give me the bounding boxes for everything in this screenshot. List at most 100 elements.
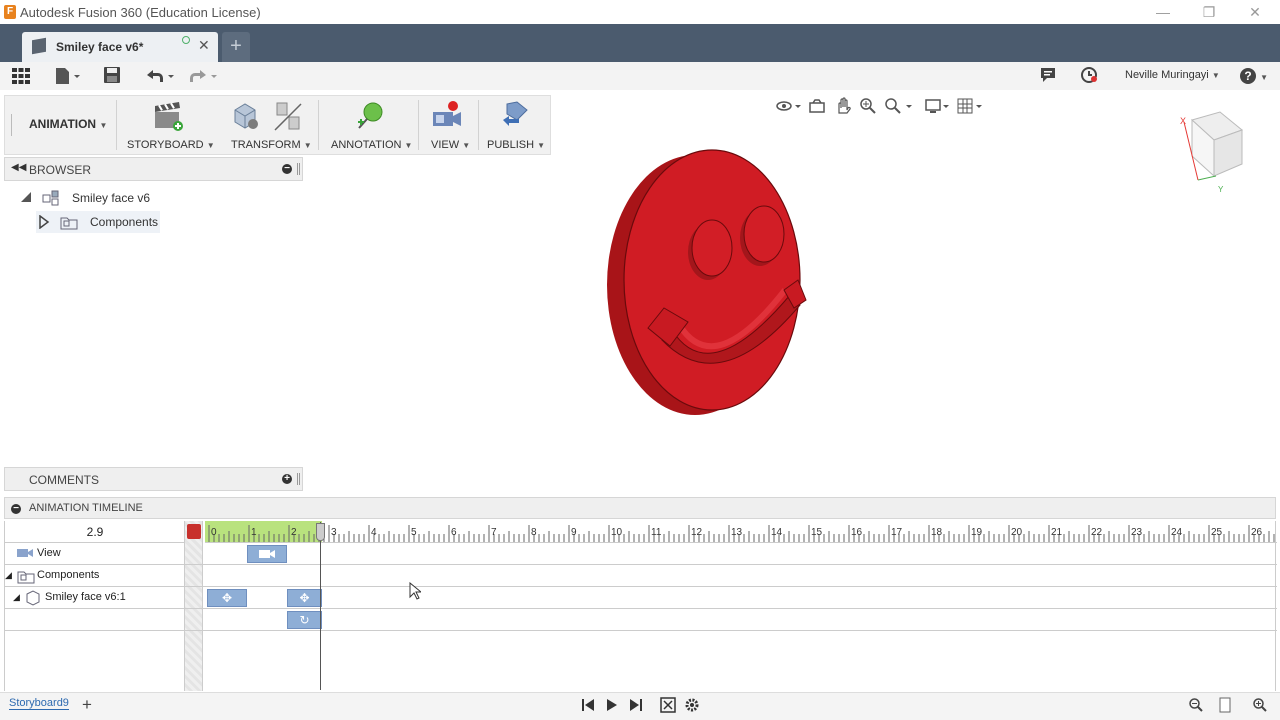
playhead-handle[interactable] xyxy=(316,523,325,541)
document-tab-title: Smiley face v6* xyxy=(56,40,144,54)
rotate-clip[interactable]: ↻ xyxy=(287,611,322,629)
ruler-tick-label: 20 xyxy=(1011,527,1023,538)
storyboard-menu[interactable]: STORYBOARD ▼ xyxy=(127,139,215,151)
expand-triangle-icon[interactable]: ◢ xyxy=(5,570,12,581)
save-icon[interactable] xyxy=(103,66,121,86)
transform-label: TRANSFORM xyxy=(231,139,301,151)
panel-grip[interactable] xyxy=(297,473,300,485)
current-time-readout[interactable]: 2.9 xyxy=(5,521,185,543)
document-tab[interactable]: Smiley face v6* ✕ xyxy=(22,32,218,62)
view-menu[interactable]: VIEW ▼ xyxy=(431,139,470,151)
move-clip-1[interactable]: ✥ xyxy=(207,589,247,607)
browser-components-item[interactable]: Components xyxy=(36,211,160,233)
play-icon[interactable] xyxy=(604,697,620,716)
zoom-in-icon[interactable] xyxy=(1252,697,1268,716)
annotation-group[interactable]: ANNOTATION ▼ xyxy=(323,96,417,154)
mouse-cursor-icon xyxy=(409,581,423,603)
pan-hand-icon[interactable] xyxy=(834,97,852,118)
add-storyboard-button[interactable]: + xyxy=(82,695,92,715)
expand-arrow-icon[interactable] xyxy=(38,214,50,232)
storyboard-tab[interactable]: Storyboard9 xyxy=(9,697,69,710)
publish-menu[interactable]: PUBLISH ▼ xyxy=(487,139,545,151)
file-menu-icon[interactable] xyxy=(53,66,81,86)
ruler-tick-label: 13 xyxy=(731,527,743,538)
track-row-smiley-face[interactable]: ◢ Smiley face v6:1 xyxy=(5,587,1277,609)
browser-root-label: Smiley face v6 xyxy=(72,191,151,205)
collapse-timeline-icon[interactable]: − xyxy=(11,504,21,514)
new-tab-button[interactable]: + xyxy=(222,32,250,62)
skip-to-start-icon[interactable] xyxy=(580,697,596,716)
display-settings-icon[interactable] xyxy=(924,97,952,118)
restore-button[interactable]: ❐ xyxy=(1186,0,1232,24)
timeline-start-marker[interactable] xyxy=(187,524,201,539)
user-menu[interactable]: Neville Muringayi ▼ xyxy=(1125,69,1220,81)
workspace-switcher[interactable]: ANIMATION ▼ xyxy=(29,117,107,131)
toolbar-divider xyxy=(318,100,319,150)
ribbon-toolbar: ANIMATION ▼ STORYBOARD ▼ TRANSFORM ▼ ANN… xyxy=(4,95,551,155)
close-tab-button[interactable]: ✕ xyxy=(198,37,210,54)
explode-lines-icon xyxy=(271,100,305,132)
grid-settings-icon[interactable] xyxy=(956,97,986,118)
ruler-tick-label: 1 xyxy=(251,527,257,538)
ruler-tick-label: 11 xyxy=(651,527,662,538)
zoom-slider-handle[interactable] xyxy=(1218,697,1232,716)
components-folder-icon xyxy=(60,214,78,233)
track-label-view: View xyxy=(37,547,61,559)
camera-clip[interactable] xyxy=(247,545,287,563)
track-row-components[interactable]: ◢ Components xyxy=(5,565,1277,587)
transform-components-icon xyxy=(229,100,263,132)
smiley-face-model[interactable] xyxy=(600,140,820,430)
expand-triangle-icon[interactable]: ◢ xyxy=(13,592,20,603)
toolbar-grip[interactable] xyxy=(11,114,12,136)
undo-icon[interactable] xyxy=(144,66,176,86)
comments-icon[interactable] xyxy=(1039,66,1057,86)
browser-panel-header[interactable]: ◀◀ BROWSER − xyxy=(4,157,303,181)
storyboard-group[interactable]: STORYBOARD ▼ xyxy=(119,96,217,154)
ruler-tick-label: 14 xyxy=(771,527,783,538)
view-group[interactable]: VIEW ▼ xyxy=(423,96,477,154)
camera-record-icon xyxy=(431,100,465,132)
ruler-tick-label: 4 xyxy=(371,527,377,538)
zoom-out-icon[interactable] xyxy=(1188,697,1204,716)
move-clip-2[interactable]: ✥ xyxy=(287,589,322,607)
fit-timeline-icon[interactable] xyxy=(660,697,676,716)
ruler-tick-label: 5 xyxy=(411,527,417,538)
orbit-icon[interactable] xyxy=(776,97,802,118)
annotation-menu[interactable]: ANNOTATION ▼ xyxy=(331,139,412,151)
ruler-tick-label: 18 xyxy=(931,527,943,538)
data-panel-grid-icon[interactable] xyxy=(11,66,31,86)
quick-access-toolbar: Neville Muringayi ▼ ? ▼ xyxy=(0,62,1280,90)
comments-panel-header[interactable]: COMMENTS + xyxy=(4,467,303,491)
chevron-down-icon: ▼ xyxy=(99,121,108,130)
timeline-settings-gear-icon[interactable] xyxy=(684,697,700,716)
close-window-button[interactable]: ✕ xyxy=(1232,0,1278,24)
ruler-tick-label: 3 xyxy=(331,527,337,538)
add-comment-icon[interactable]: + xyxy=(282,474,292,484)
skip-to-end-icon[interactable] xyxy=(628,697,644,716)
ruler-tick-label: 25 xyxy=(1211,527,1223,538)
help-menu[interactable]: ? ▼ xyxy=(1240,66,1268,86)
component-icon xyxy=(32,37,46,55)
expand-triangle-icon[interactable] xyxy=(20,191,32,206)
browser-title: BROWSER xyxy=(29,163,92,177)
fit-zoom-icon[interactable] xyxy=(884,97,914,118)
transform-group[interactable]: TRANSFORM ▼ xyxy=(225,96,315,154)
look-at-icon[interactable] xyxy=(808,97,826,118)
job-status-icon[interactable] xyxy=(1080,66,1098,86)
timeline-ruler[interactable]: 0 1 2 3 4 5 6 7 8 9 10 11 12 13 14 15 16 17 18 19 20 21 22 23 24… xyxy=(205,521,1277,543)
collapse-arrows-icon[interactable]: ◀◀ xyxy=(11,162,26,173)
rotate-icon: ↻ xyxy=(299,613,310,627)
publish-group[interactable]: PUBLISH ▼ xyxy=(481,96,551,154)
track-row-view[interactable]: View xyxy=(5,543,1277,565)
minimize-button[interactable]: — xyxy=(1140,0,1186,24)
zoom-icon[interactable] xyxy=(859,97,877,118)
panel-grip[interactable] xyxy=(297,163,300,175)
chevron-down-icon: ▼ xyxy=(462,141,471,150)
collapse-panel-icon[interactable]: − xyxy=(282,164,292,174)
redo-icon[interactable] xyxy=(187,66,219,86)
track-row-rotation[interactable] xyxy=(5,609,1277,631)
view-cube[interactable]: X Y xyxy=(1178,108,1258,198)
animation-timeline-header[interactable]: − ANIMATION TIMELINE xyxy=(4,497,1276,519)
toolbar-divider xyxy=(478,100,479,150)
transform-menu[interactable]: TRANSFORM ▼ xyxy=(231,139,312,151)
